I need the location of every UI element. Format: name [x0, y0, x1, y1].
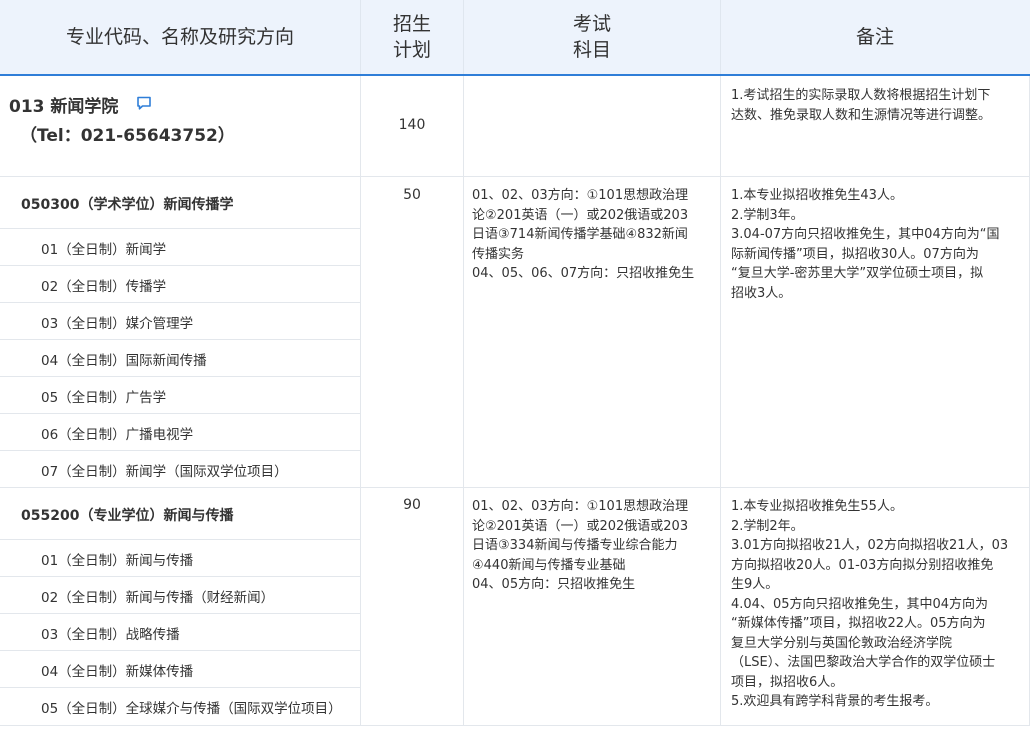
- row-divider: [0, 487, 1030, 488]
- exam-line: 日语③714新闻传播学基础④832新闻: [472, 227, 688, 242]
- note-line: 3.01方向拟招收21人，02方向拟招收21人，03: [731, 538, 1009, 553]
- program-title[interactable]: 050300（学术学位）新闻传播学: [21, 194, 233, 214]
- table-header: 专业代码、名称及研究方向 招生 计划 考试 科目 备注: [0, 0, 1030, 76]
- note-line: 1.本专业拟招收推免生43人。: [731, 188, 903, 203]
- column-divider: [1029, 76, 1030, 726]
- column-divider: [720, 76, 721, 726]
- program-quota: 50: [403, 187, 421, 203]
- note-line: 生9人。: [731, 577, 779, 592]
- department-name: 013 新闻学院: [9, 97, 119, 117]
- direction-item[interactable]: 02（全日制）传播学: [41, 275, 166, 295]
- note-line: （LSE）、法国巴黎政治大学合作的双学位硕士: [731, 655, 996, 670]
- row-divider: [0, 176, 1030, 177]
- exam-line: 01、02、03方向：①101思想政治理: [472, 499, 689, 514]
- header-exam: 考试 科目: [464, 0, 721, 74]
- row-divider: [0, 725, 1030, 726]
- exam-line: 论②201英语（一）或202俄语或203: [472, 207, 689, 223]
- exam-line: ④440新闻与传播专业基础: [472, 557, 626, 573]
- column-divider: [360, 76, 361, 726]
- note-line: 3.04-07方向只招收推免生，其中04方向为“国: [731, 227, 1000, 242]
- note-line: 1.本专业拟招收推免生55人。: [731, 499, 903, 514]
- direction-item[interactable]: 01（全日制）新闻学: [41, 238, 166, 258]
- note-line: 1.考试招生的实际录取人数将根据招生计划下: [731, 88, 991, 103]
- direction-item[interactable]: 03（全日制）战略传播: [41, 623, 180, 643]
- program-title[interactable]: 055200（专业学位）新闻与传播: [21, 505, 233, 525]
- exam-line: 传播实务: [472, 246, 525, 262]
- exam-subjects: 01、02、03方向：①101思想政治理 论②201英语（一）或202俄语或20…: [472, 497, 708, 595]
- row-divider: [0, 413, 360, 414]
- admissions-table: 专业代码、名称及研究方向 招生 计划 考试 科目 备注 013 新闻学院 （Tel：…: [0, 0, 1030, 726]
- direction-item[interactable]: 04（全日制）新媒体传播: [41, 660, 193, 680]
- row-divider: [0, 450, 360, 451]
- row-divider: [0, 265, 360, 266]
- exam-line: 04、05、06、07方向：只招收推免生: [472, 266, 695, 281]
- note-line: 5.欢迎具有跨学科背景的考生报考。: [731, 694, 939, 709]
- row-divider: [0, 376, 360, 377]
- header-notes: 备注: [855, 26, 894, 48]
- exam-line: 04、05方向：只招收推免生: [472, 577, 636, 592]
- note-line: 际新闻传播”项目，拟招收30人。07方向为: [731, 246, 979, 262]
- department-notes: 1.考试招生的实际录取人数将根据招生计划下 达数、推免录取人数和生源情况等进行调…: [731, 86, 1023, 125]
- direction-item[interactable]: 04（全日制）国际新闻传播: [41, 349, 207, 369]
- header-major: 专业代码、名称及研究方向: [0, 0, 361, 74]
- row-divider: [0, 613, 360, 614]
- note-line: 2.学制2年。: [731, 518, 804, 534]
- program-quota: 90: [403, 497, 421, 513]
- direction-item[interactable]: 06（全日制）广播电视学: [41, 423, 193, 443]
- row-divider: [0, 302, 360, 303]
- row-divider: [0, 539, 360, 540]
- note-line: 复旦大学分别与英国伦敦政治经济学院: [731, 635, 953, 651]
- exam-line: 日语③334新闻与传播专业综合能力: [472, 538, 678, 553]
- direction-item[interactable]: 07（全日制）新闻学（国际双学位项目）: [41, 460, 288, 480]
- row-divider: [0, 228, 360, 229]
- note-line: “新媒体传播”项目，拟招收22人。05方向为: [731, 616, 986, 631]
- note-line: 达数、推免录取人数和生源情况等进行调整。: [731, 107, 992, 123]
- direction-item[interactable]: 01（全日制）新闻与传播: [41, 549, 193, 569]
- row-divider: [0, 576, 360, 577]
- row-divider: [0, 339, 360, 340]
- direction-item[interactable]: 05（全日制）全球媒介与传播（国际双学位项目）: [41, 697, 342, 717]
- note-line: 招收3人。: [731, 285, 792, 301]
- note-line: “复旦大学-密苏里大学”双学位硕士项目，拟: [731, 266, 984, 281]
- department-quota: 140: [398, 117, 426, 133]
- exam-line: 论②201英语（一）或202俄语或203: [472, 518, 689, 534]
- note-line: 方向拟招收20人。01-03方向拟分别招收推免: [731, 557, 994, 573]
- exam-line: 01、02、03方向：①101思想政治理: [472, 188, 689, 203]
- exam-subjects: 01、02、03方向：①101思想政治理 论②201英语（一）或202俄语或20…: [472, 186, 708, 284]
- direction-item[interactable]: 03（全日制）媒介管理学: [41, 312, 193, 332]
- program-notes: 1.本专业拟招收推免生43人。 2.学制3年。 3.04-07方向只招收推免生，…: [731, 186, 1023, 303]
- note-line: 项目，拟招收6人。: [731, 674, 844, 690]
- department-phone: （Tel：021-65643752）: [20, 126, 235, 146]
- program-notes: 1.本专业拟招收推免生55人。 2.学制2年。 3.01方向拟招收21人，02方…: [731, 497, 1023, 712]
- direction-item[interactable]: 05（全日制）广告学: [41, 386, 166, 406]
- row-divider: [0, 687, 360, 688]
- column-divider: [463, 76, 464, 726]
- comment-icon[interactable]: [136, 95, 152, 111]
- row-divider: [0, 650, 360, 651]
- note-line: 2.学制3年。: [731, 207, 804, 223]
- note-line: 4.04、05方向只招收推免生，其中04方向为: [731, 596, 989, 612]
- direction-item[interactable]: 02（全日制）新闻与传播（财经新闻）: [41, 586, 274, 606]
- header-quota: 招生 计划: [361, 0, 464, 74]
